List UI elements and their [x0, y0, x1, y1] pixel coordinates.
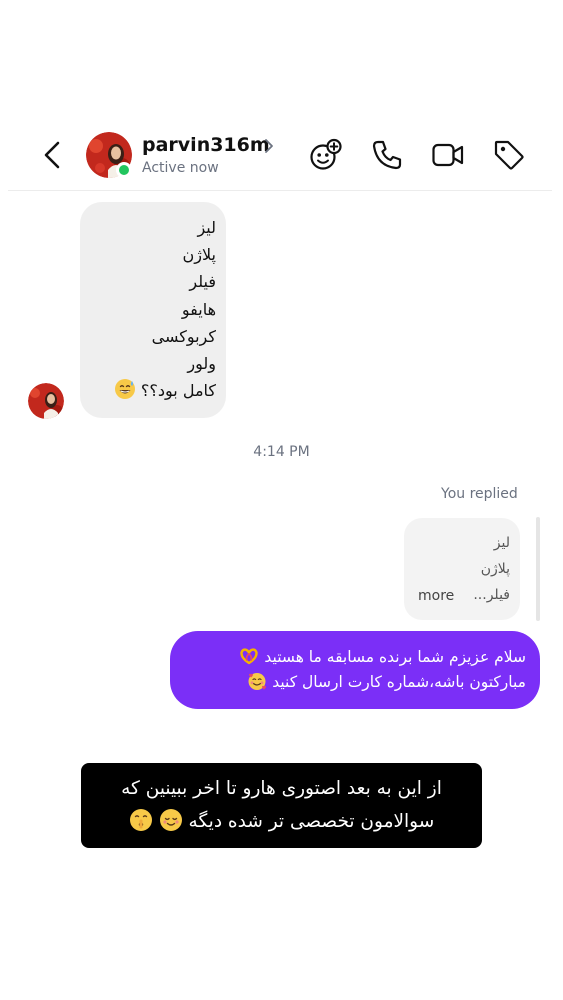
received-line: ولور: [187, 353, 216, 373]
caption-line-2: سوالامون تخصصی تر شده دیگه: [188, 811, 435, 832]
story-caption-text: از این به بعد اصتوری هارو تا اخر ببینین …: [90, 772, 473, 838]
quoted-line: لیز: [493, 535, 510, 551]
received-line: هایفو: [181, 299, 216, 319]
message-timestamp: 4:14 PM: [253, 444, 310, 460]
smiling-hearts-emoji: [248, 673, 267, 690]
received-line: کامل بود؟؟: [140, 381, 216, 401]
more-link[interactable]: more: [418, 588, 454, 604]
received-line: فیلر: [189, 272, 216, 292]
header-divider: [8, 190, 552, 191]
caption-line-2-row: سوالامون تخصصی تر شده دیگه: [90, 805, 473, 838]
received-message-text: لیز پلاژن فیلر هایفو کربوکسی ولور کامل ب…: [92, 214, 216, 404]
sent-line-2-row: مبارکتون باشه،شماره کارت ارسال کنید: [184, 670, 526, 695]
sent-message-text: سلام عزیزم شما برنده مسابقه ما هستید مبا…: [184, 645, 526, 695]
received-line-last: کامل بود؟؟: [92, 377, 216, 404]
chevron-right-icon[interactable]: [262, 138, 276, 154]
you-replied-label: You replied: [441, 486, 518, 502]
active-status: Active now: [142, 160, 219, 176]
sent-line-1: سلام عزیزم شما برنده مسابقه ما هستید: [264, 648, 526, 666]
video-camera-icon[interactable]: [431, 138, 465, 172]
heart-hands-emoji: [240, 648, 259, 665]
phone-icon[interactable]: [370, 138, 404, 172]
grinning-sweat-emoji: [114, 379, 135, 400]
effects-icon[interactable]: [308, 138, 342, 172]
quote-bar: [536, 517, 540, 621]
tag-icon[interactable]: [492, 138, 526, 172]
username[interactable]: parvin316m: [142, 134, 270, 156]
received-line: پلاژن: [182, 245, 216, 265]
quoted-line: پلاژن: [480, 561, 510, 577]
shushing-emoji: [129, 809, 152, 831]
sender-avatar[interactable]: [28, 383, 64, 419]
received-line: لیز: [197, 218, 216, 237]
relieved-emoji: [159, 809, 182, 831]
back-arrow-icon[interactable]: [40, 140, 66, 170]
online-indicator: [116, 162, 132, 178]
sent-line-2: مبارکتون باشه،شماره کارت ارسال کنید: [272, 673, 526, 691]
sent-line-1-row: سلام عزیزم شما برنده مسابقه ما هستید: [184, 645, 526, 670]
received-line: کربوکسی: [151, 326, 216, 346]
caption-line-1: از این به بعد اصتوری هارو تا اخر ببینین …: [121, 778, 442, 799]
